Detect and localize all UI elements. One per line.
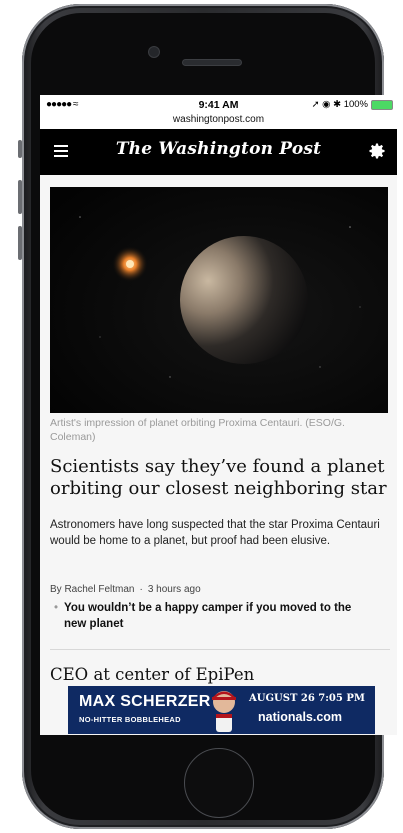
bobblehead-icon (212, 691, 236, 732)
lead-headline[interactable]: Scientists say they’ve found a planet or… (50, 456, 395, 500)
byline-separator: · (139, 584, 143, 595)
volume-button-down (18, 226, 22, 260)
ad-title: MAX SCHERZER (79, 693, 211, 710)
front-camera (149, 47, 159, 57)
status-icons: ➚ ◉ ✱ 100% (312, 99, 393, 110)
related-story-link[interactable]: • You wouldn’t be a happy camper if you … (54, 600, 354, 632)
site-logo[interactable]: The Washington Post (40, 139, 397, 159)
advertisement-banner[interactable]: MAX SCHERZER NO-HITTER BOBBLEHEAD AUGUST… (68, 686, 375, 734)
battery-icon (371, 99, 393, 110)
gear-icon[interactable] (367, 141, 387, 161)
bullet-icon: • (54, 602, 59, 614)
ad-date: AUGUST 26 7:05 PM (249, 693, 365, 704)
status-bar: ●●●●● ≈ 9:41 AM ➚ ◉ ✱ 100% washingtonpos… (40, 95, 397, 129)
volume-button-up (18, 180, 22, 214)
mute-switch (18, 140, 22, 158)
home-button[interactable] (184, 748, 254, 818)
status-right-text: ➚ ◉ ✱ 100% (311, 99, 368, 110)
image-caption: Artist's impression of planet orbiting P… (50, 417, 345, 443)
author-name[interactable]: By Rachel Feltman (50, 584, 134, 595)
address-bar-url[interactable]: washingtonpost.com (40, 114, 397, 125)
planet-illustration (50, 187, 388, 413)
next-story-headline[interactable]: CEO at center of EpiPen (50, 665, 390, 684)
related-story-text[interactable]: You wouldn’t be a happy camper if you mo… (64, 600, 354, 632)
site-header: The Washington Post (40, 129, 397, 175)
ad-site: nationals.com (258, 710, 343, 724)
article-feed: Artist's impression of planet orbiting P… (40, 175, 397, 735)
divider (50, 649, 390, 650)
lead-story-image[interactable] (50, 187, 388, 413)
ad-subtitle: NO-HITTER BOBBLEHEAD (79, 715, 181, 724)
earpiece-speaker (183, 60, 241, 65)
byline: By Rachel Feltman · 3 hours ago (50, 584, 201, 595)
timestamp: 3 hours ago (147, 584, 201, 595)
screen: ●●●●● ≈ 9:41 AM ➚ ◉ ✱ 100% washingtonpos… (40, 95, 397, 735)
lead-summary: Astronomers have long suspected that the… (50, 519, 380, 547)
